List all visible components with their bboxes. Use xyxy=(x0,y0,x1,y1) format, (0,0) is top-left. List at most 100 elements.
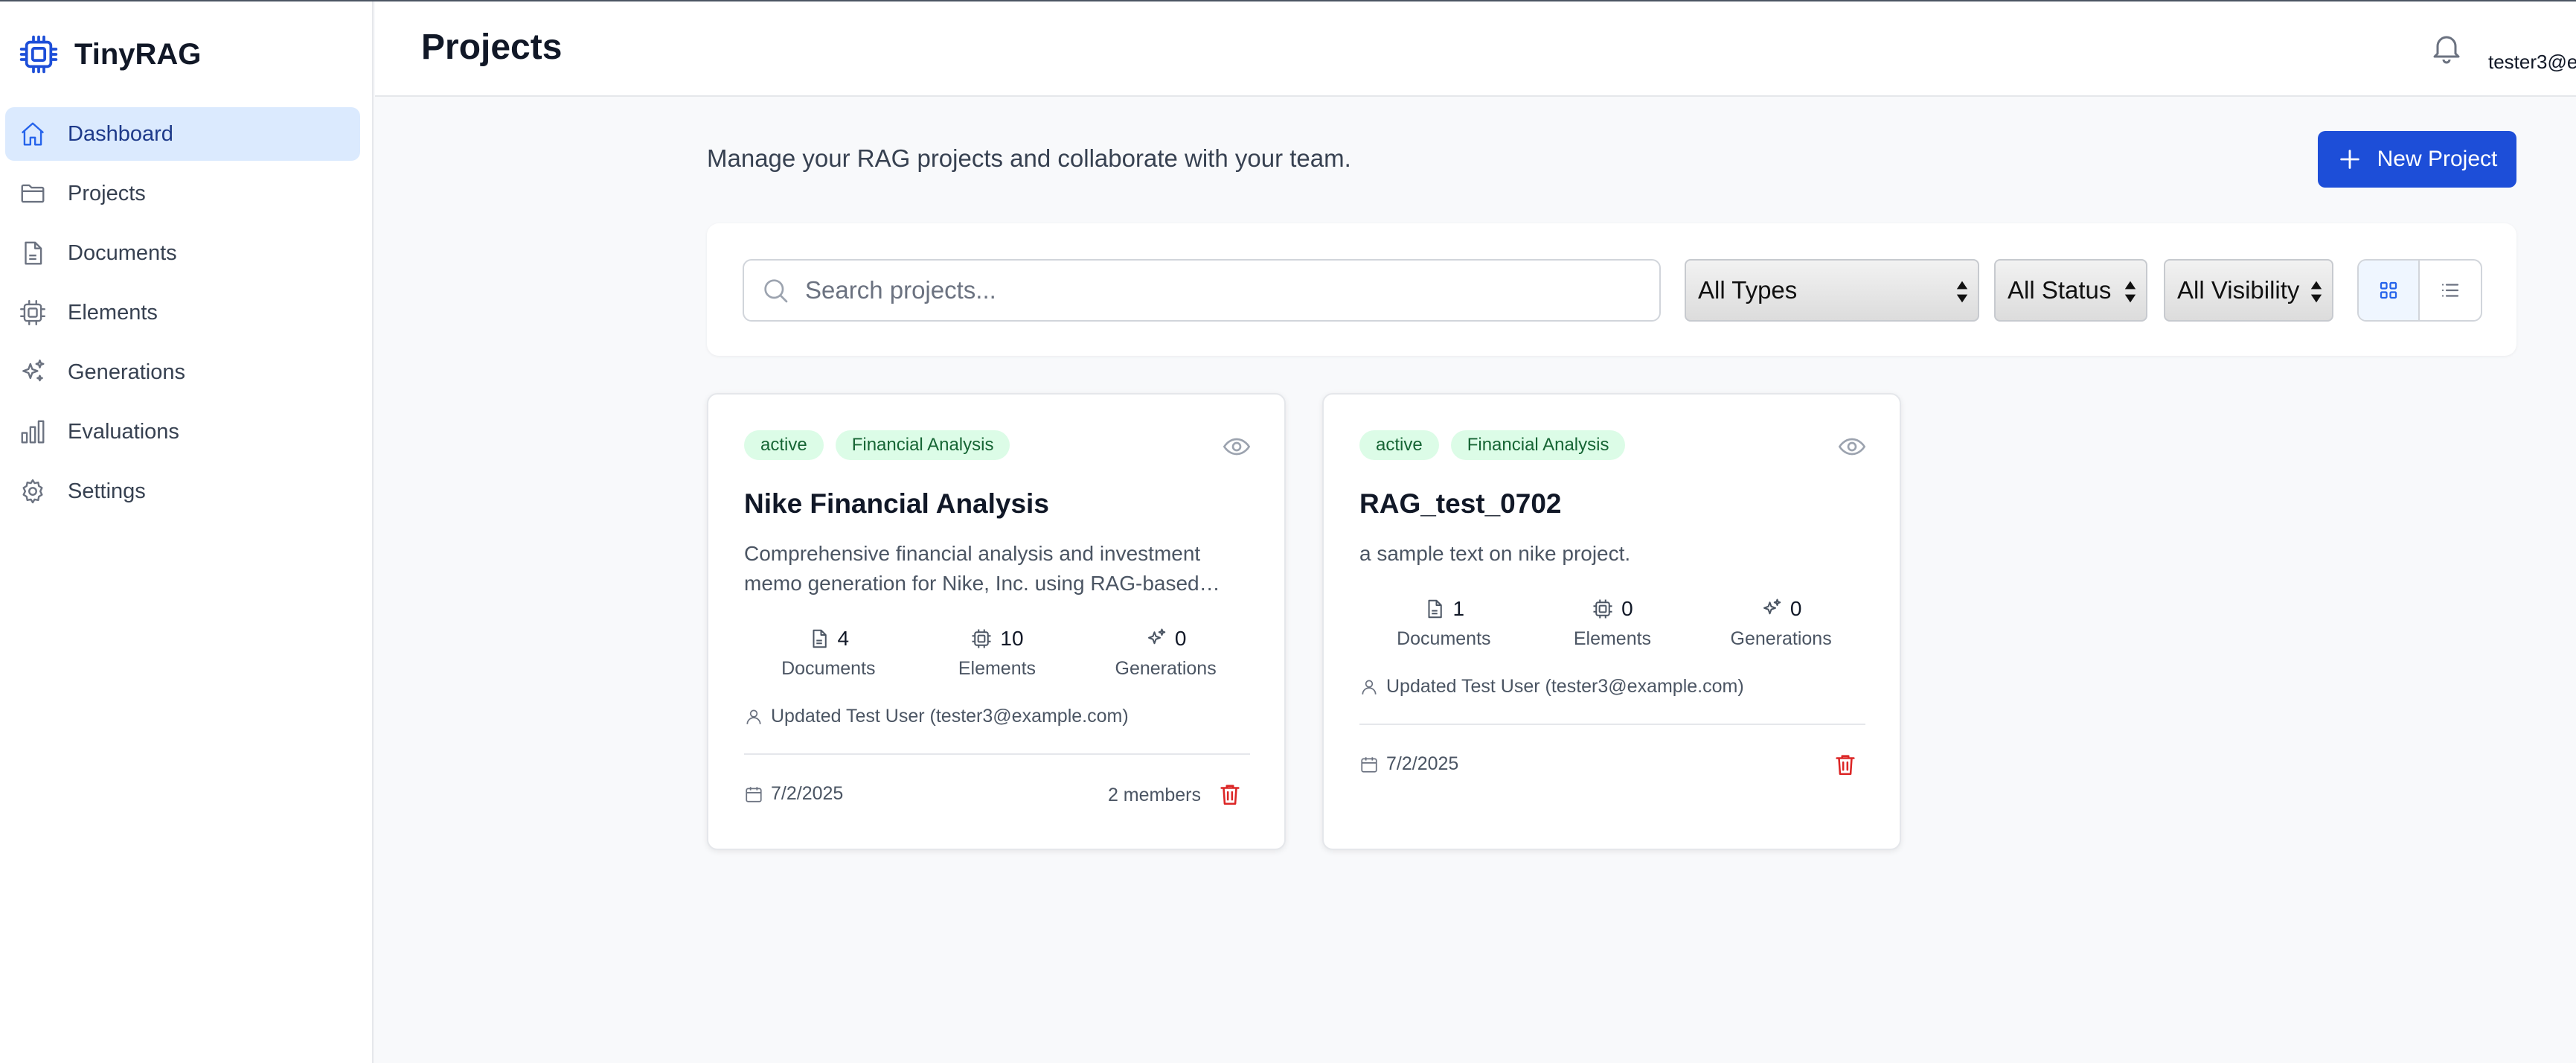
new-project-label: New Project xyxy=(2377,147,2498,171)
calendar-icon xyxy=(1361,756,1377,773)
page-title: Projects xyxy=(421,28,563,67)
sidebar-item-generations[interactable]: Generations xyxy=(5,345,360,399)
sparkles-icon xyxy=(1147,628,1166,645)
grid-view-button[interactable] xyxy=(2359,261,2420,320)
select-arrows-icon xyxy=(2310,281,2322,303)
calendar-icon xyxy=(746,786,762,802)
card-divider xyxy=(744,753,1250,755)
sidebar-item-label: Settings xyxy=(68,479,146,503)
project-stats: 1 Documents 0 Elements 0 Generations xyxy=(1359,594,1865,650)
type-select-value: All Types xyxy=(1698,276,1798,304)
elements-stat: 0 Elements xyxy=(1528,594,1697,650)
elements-stat: 10 Elements xyxy=(913,624,1082,680)
brand-name: TinyRAG xyxy=(74,37,202,71)
project-description: Comprehensive financial analysis and inv… xyxy=(744,542,1201,595)
elements-count: 0 xyxy=(1621,597,1633,620)
status-badge: active xyxy=(744,430,824,460)
project-title[interactable]: Nike Financial Analysis xyxy=(744,488,1049,520)
sidebar-item-settings[interactable]: Settings xyxy=(5,465,360,518)
documents-stat: 1 Documents xyxy=(1359,594,1528,650)
view-toggle xyxy=(2357,259,2482,322)
elements-count: 10 xyxy=(1000,627,1024,650)
generations-label: Generations xyxy=(1115,658,1217,679)
eye-icon[interactable] xyxy=(1837,432,1867,462)
trash-icon[interactable] xyxy=(1217,782,1243,807)
select-arrows-icon xyxy=(2124,281,2136,303)
chip-icon xyxy=(972,629,991,648)
sidebar-item-label: Evaluations xyxy=(68,419,179,444)
page-subtitle: Manage your RAG projects and collaborate… xyxy=(707,144,1351,172)
user-email[interactable]: tester3@example.com xyxy=(2488,51,2576,74)
generations-stat: 0 Generations xyxy=(1081,624,1250,680)
search-input[interactable] xyxy=(805,276,1624,304)
documents-label: Documents xyxy=(1397,628,1491,649)
select-arrows-icon xyxy=(1956,281,1968,303)
owner-name: Updated Test User (tester3@example.com) xyxy=(771,706,1129,727)
sidebar-item-label: Documents xyxy=(68,240,177,265)
chip-icon xyxy=(1593,599,1612,619)
folder-icon xyxy=(21,184,45,203)
plus-icon xyxy=(2339,150,2359,169)
visibility-select[interactable]: All Visibility xyxy=(2164,259,2333,322)
category-badge: Financial Analysis xyxy=(1450,430,1626,460)
search-icon xyxy=(764,279,788,303)
documents-label: Documents xyxy=(781,658,876,679)
members-count: 2 members xyxy=(1107,785,1201,805)
home-icon xyxy=(21,122,45,146)
date-text: 7/2/2025 xyxy=(1386,753,1459,774)
user-icon xyxy=(1362,679,1377,695)
filter-bar: All Types All Status All Visibility xyxy=(707,223,2516,356)
project-stats: 4 Documents 10 Elements 0 Generations xyxy=(744,624,1250,680)
list-icon xyxy=(2441,284,2459,297)
date-text: 7/2/2025 xyxy=(771,783,844,804)
elements-label: Elements xyxy=(958,658,1037,679)
sidebar-item-label: Projects xyxy=(68,181,146,205)
document-icon xyxy=(813,629,827,648)
generations-label: Generations xyxy=(1730,628,1832,649)
generations-count: 0 xyxy=(1790,597,1802,620)
status-badge: active xyxy=(1359,430,1439,460)
trash-icon[interactable] xyxy=(1833,752,1858,777)
status-select-value: All Status xyxy=(2008,276,2112,304)
type-select[interactable]: All Types xyxy=(1685,259,1979,322)
sidebar-nav: Dashboard Projects Documents Elements Ge… xyxy=(5,107,360,524)
generations-count: 0 xyxy=(1174,627,1187,650)
project-date: 7/2/2025 xyxy=(744,783,843,805)
document-icon xyxy=(1428,599,1442,619)
category-badge: Financial Analysis xyxy=(835,430,1010,460)
document-icon xyxy=(25,241,42,265)
project-title[interactable]: RAG_test_0702 xyxy=(1359,488,1561,520)
sidebar-item-projects[interactable]: Projects xyxy=(5,167,360,220)
project-date: 7/2/2025 xyxy=(1359,753,1458,775)
new-project-button[interactable]: New Project xyxy=(2318,131,2516,188)
project-description: a sample text on nike project. xyxy=(1359,542,1631,565)
owner-name: Updated Test User (tester3@example.com) xyxy=(1386,676,1744,697)
generations-stat: 0 Generations xyxy=(1696,594,1865,650)
eye-icon[interactable] xyxy=(1222,432,1252,462)
grid-icon xyxy=(2380,281,2397,299)
bell-icon[interactable] xyxy=(2429,30,2464,66)
card-tags: active Financial Analysis xyxy=(744,430,1010,460)
visibility-select-value: All Visibility xyxy=(2177,276,2300,304)
status-select[interactable]: All Status xyxy=(1994,259,2147,322)
sidebar-item-label: Generations xyxy=(68,360,185,384)
brand[interactable]: TinyRAG xyxy=(18,31,201,77)
project-card[interactable]: active Financial Analysis Nike Financial… xyxy=(707,393,1286,850)
user-icon xyxy=(746,709,761,724)
list-view-button[interactable] xyxy=(2420,261,2481,320)
project-owner: Updated Test User (tester3@example.com) xyxy=(744,706,1129,727)
sidebar-item-documents[interactable]: Documents xyxy=(5,226,360,280)
bar-chart-icon xyxy=(21,420,45,444)
search-box[interactable] xyxy=(743,259,1661,322)
project-card[interactable]: active Financial Analysis RAG_test_0702 … xyxy=(1322,393,1901,850)
sparkles-icon xyxy=(1763,598,1781,615)
card-divider xyxy=(1359,724,1865,725)
documents-count: 1 xyxy=(1452,597,1465,620)
documents-count: 4 xyxy=(837,627,850,650)
sidebar-item-label: Dashboard xyxy=(68,121,173,146)
chip-icon xyxy=(19,35,58,74)
sidebar-item-dashboard[interactable]: Dashboard xyxy=(5,107,360,161)
sidebar-item-evaluations[interactable]: Evaluations xyxy=(5,405,360,459)
top-header: Projects tester3@example.com xyxy=(375,1,2576,97)
sidebar-item-elements[interactable]: Elements xyxy=(5,286,360,339)
